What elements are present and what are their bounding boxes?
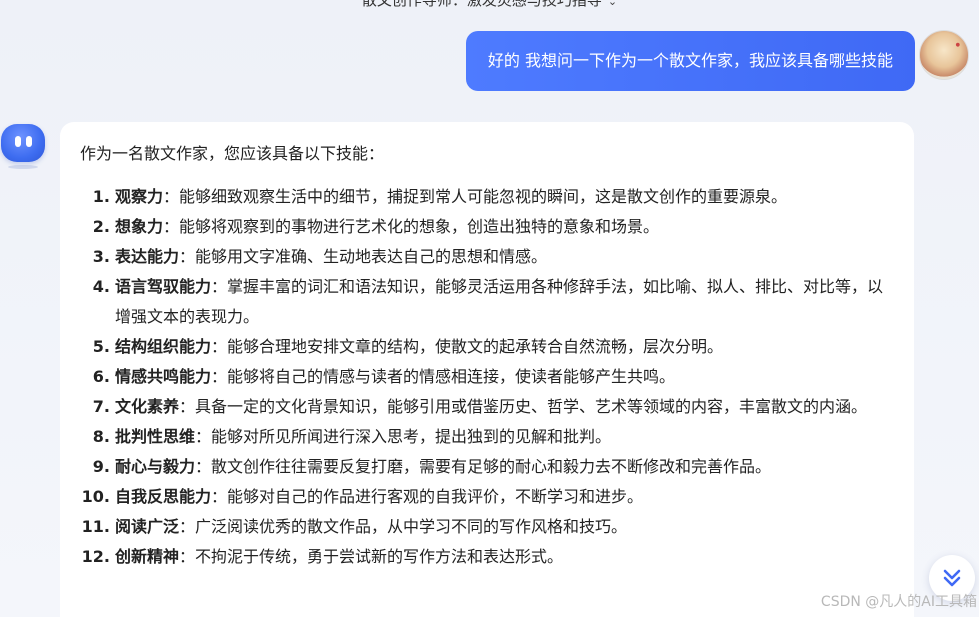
list-item: 2. 想象力：能够将观察到的事物进行艺术化的想象，创造出独特的意象和场景。 xyxy=(80,212,894,242)
list-item: 10. 自我反思能力：能够对自己的作品进行客观的自我评价，不断学习和进步。 xyxy=(80,482,894,512)
answer-intro: 作为一名散文作家，您应该具备以下技能： xyxy=(80,144,385,163)
list-item: 3. 表达能力：能够用文字准确、生动地表达自己的思想和情感。 xyxy=(80,242,894,272)
watermark: CSDN @凡人的AI工具箱 xyxy=(820,594,977,610)
list-item-description: ：广泛阅读优秀的散文作品，从中学习不同的写作风格和技巧。 xyxy=(179,517,628,536)
list-item-number: 7. xyxy=(92,397,110,416)
list-item: 5. 结构组织能力：能够合理地安排文章的结构，使散文的起承转合自然流畅，层次分明。 xyxy=(80,332,894,362)
conversation-title[interactable]: 散文创作导师：激发灵感与技巧指导 ⌄ xyxy=(0,0,979,10)
chat-page: 散文创作导师：激发灵感与技巧指导 ⌄ 好的 我想问一下作为一个散文作家，我应该具备… xyxy=(0,0,979,617)
list-item-term: 耐心与毅力 xyxy=(115,457,196,476)
double-chevron-down-icon xyxy=(943,569,961,587)
list-item-description: ：能够将观察到的事物进行艺术化的想象，创造出独特的意象和场景。 xyxy=(163,217,660,236)
conversation-title-text: 散文创作导师：激发灵感与技巧指导 xyxy=(361,0,602,9)
user-avatar[interactable]: ● xyxy=(919,30,969,80)
skills-list: 1. 观察力：能够细致观察生活中的细节，捕捉到常人可能忽视的瞬间，这是散文创作的重… xyxy=(80,182,894,572)
list-item: 1. 观察力：能够细致观察生活中的细节，捕捉到常人可能忽视的瞬间，这是散文创作的重… xyxy=(80,182,894,212)
list-item-description: ：能够细致观察生活中的细节，捕捉到常人可能忽视的瞬间，这是散文创作的重要源泉。 xyxy=(163,187,788,206)
list-item-term: 自我反思能力 xyxy=(115,487,212,506)
list-item-description: ：能够用文字准确、生动地表达自己的思想和情感。 xyxy=(179,247,548,266)
list-item-number: 11. xyxy=(81,517,110,536)
list-item-number: 5. xyxy=(92,337,110,356)
assistant-avatar xyxy=(1,124,45,162)
list-item: 8. 批判性思维：能够对所见所闻进行深入思考，提出独到的见解和批判。 xyxy=(80,422,894,452)
list-item-term: 情感共鸣能力 xyxy=(115,367,212,386)
list-item-number: 9. xyxy=(92,457,110,476)
list-item-description: ：能够对自己的作品进行客观的自我评价，不断学习和进步。 xyxy=(211,487,644,506)
list-item-description: ：不拘泥于传统，勇于尝试新的写作方法和表达形式。 xyxy=(179,547,564,566)
list-item-description: ：掌握丰富的词汇和语法知识，能够灵活运用各种修辞手法，如比喻、拟人、排比、对比等… xyxy=(115,277,884,326)
list-item: 11. 阅读广泛：广泛阅读优秀的散文作品，从中学习不同的写作风格和技巧。 xyxy=(80,512,894,542)
list-item-description: ：能够合理地安排文章的结构，使散文的起承转合自然流畅，层次分明。 xyxy=(211,337,724,356)
list-item-number: 12. xyxy=(81,547,110,566)
list-item-term: 语言驾驭能力 xyxy=(115,277,212,296)
list-item-number: 3. xyxy=(92,247,110,266)
list-item-number: 8. xyxy=(92,427,110,446)
user-message-bubble: 好的 我想问一下作为一个散文作家，我应该具备哪些技能 xyxy=(465,31,915,91)
assistant-avatar-eye xyxy=(15,136,21,147)
assistant-answer-card: 作为一名散文作家，您应该具备以下技能： 1. 观察力：能够细致观察生活中的细节，捕… xyxy=(60,122,914,617)
list-item-description: ：散文创作往往需要反复打磨，需要有足够的耐心和毅力去不断修改和完善作品。 xyxy=(195,457,772,476)
list-item-description: ：具备一定的文化背景知识，能够引用或借鉴历史、哲学、艺术等领域的内容，丰富散文的… xyxy=(179,397,868,416)
list-item-description: ：能够将自己的情感与读者的情感相连接，使读者能够产生共鸣。 xyxy=(211,367,676,386)
list-item-term: 阅读广泛 xyxy=(115,517,180,536)
list-item-number: 1. xyxy=(92,187,110,206)
assistant-avatar-shadow xyxy=(8,165,38,169)
list-item-term: 文化素养 xyxy=(115,397,180,416)
list-item-term: 表达能力 xyxy=(115,247,180,266)
list-item-number: 10. xyxy=(81,487,110,506)
list-item-term: 结构组织能力 xyxy=(115,337,212,356)
list-item-number: 4. xyxy=(92,277,110,296)
list-item: 4. 语言驾驭能力：掌握丰富的词汇和语法知识，能够灵活运用各种修辞手法，如比喻、拟… xyxy=(80,272,894,332)
list-item-number: 2. xyxy=(92,217,110,236)
list-item: 9. 耐心与毅力：散文创作往往需要反复打磨，需要有足够的耐心和毅力去不断修改和完善… xyxy=(80,452,894,482)
list-item: 6. 情感共鸣能力：能够将自己的情感与读者的情感相连接，使读者能够产生共鸣。 xyxy=(80,362,894,392)
list-item-description: ：能够对所见所闻进行深入思考，提出独到的见解和批判。 xyxy=(195,427,612,446)
chevron-down-icon[interactable]: ⌄ xyxy=(608,0,617,12)
list-item-term: 批判性思维 xyxy=(115,427,196,446)
list-item-term: 创新精神 xyxy=(115,547,180,566)
list-item-number: 6. xyxy=(92,367,110,386)
list-item: 12. 创新精神：不拘泥于传统，勇于尝试新的写作方法和表达形式。 xyxy=(80,542,894,572)
list-item: 7. 文化素养：具备一定的文化背景知识，能够引用或借鉴历史、哲学、艺术等领域的内容… xyxy=(80,392,894,422)
list-item-term: 观察力 xyxy=(115,187,164,206)
assistant-avatar-eye xyxy=(26,136,32,147)
user-message-row: 好的 我想问一下作为一个散文作家，我应该具备哪些技能 xyxy=(465,31,915,91)
list-item-term: 想象力 xyxy=(115,217,164,236)
